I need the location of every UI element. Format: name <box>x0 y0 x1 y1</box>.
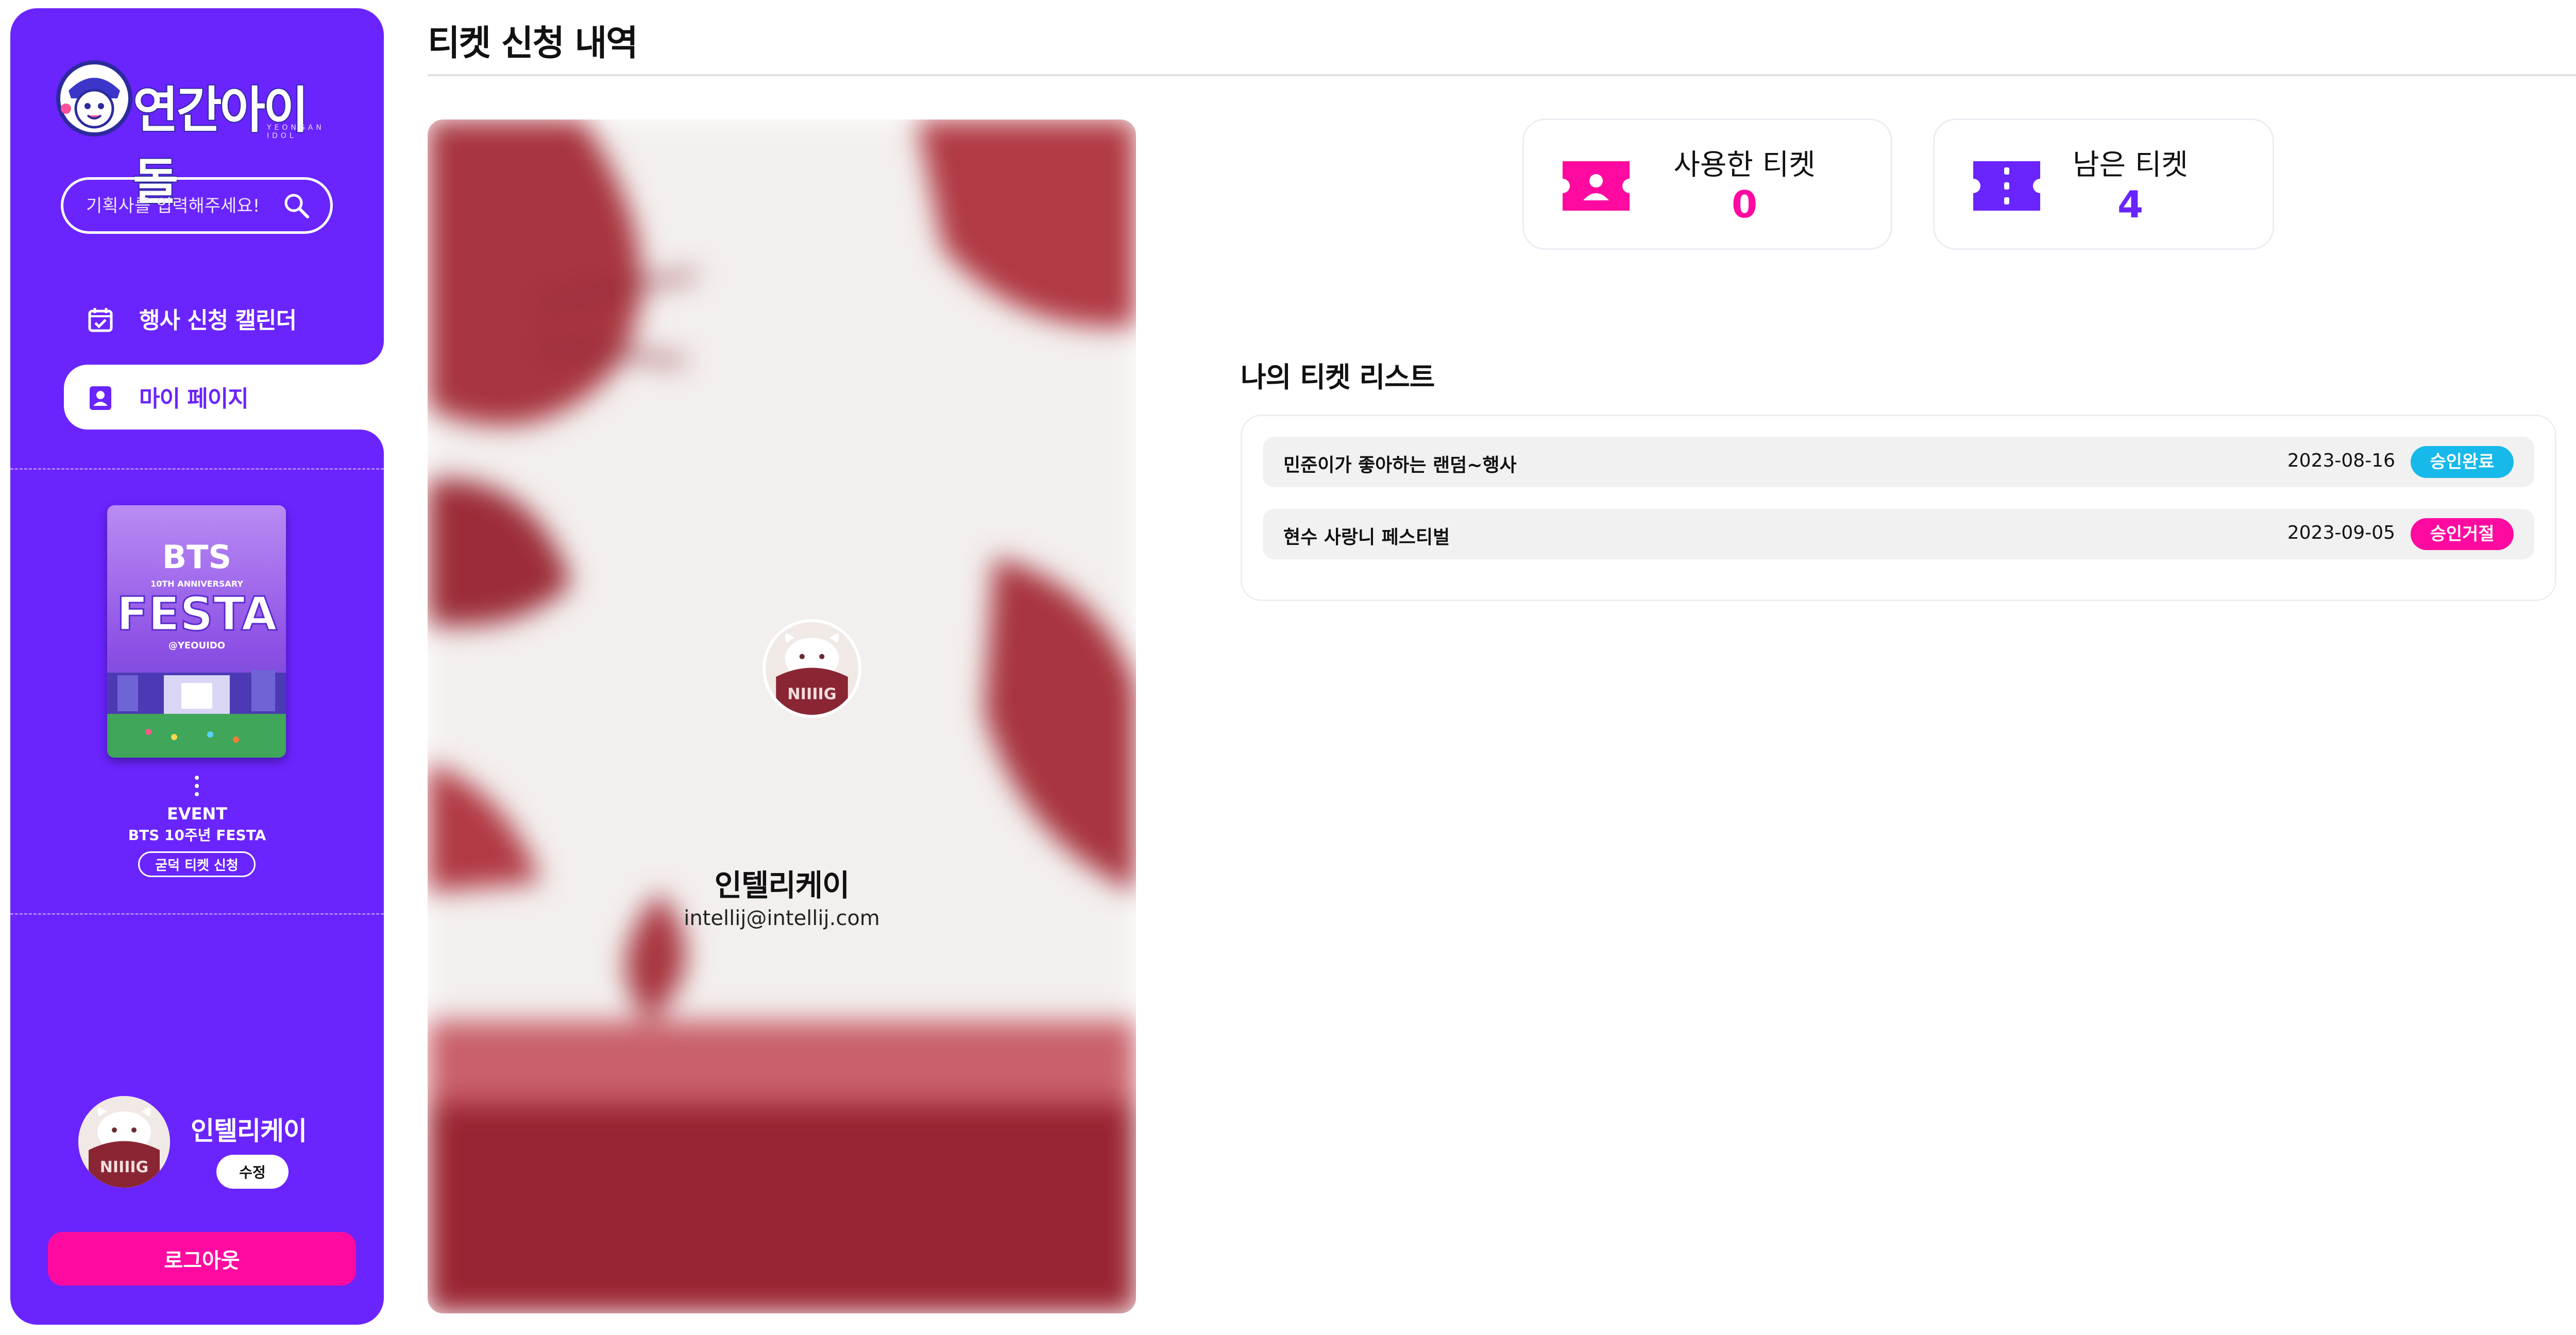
sidebar-item-label: 마이 페이지 <box>139 386 249 412</box>
ticket-event-name: 민준이가 좋아하는 랜덤~행사 <box>1283 455 1517 476</box>
used-tickets-stat: 사용한 티켓 0 <box>1522 118 1892 250</box>
logout-button[interactable]: 로그아웃 <box>48 1232 356 1286</box>
profile-card-email: intellij@intellij.com <box>684 906 880 930</box>
logo-subtitle: YEONGAN IDOL <box>267 124 325 140</box>
more-options-icon[interactable] <box>194 775 200 797</box>
sidebar: 연간아이돌 YEONGAN IDOL 행사 신청 캘린더 마이 페이지 <box>10 8 384 1325</box>
active-tab-curve <box>360 341 384 365</box>
active-tab-curve <box>360 430 384 453</box>
ticket-date: 2023-09-05 <box>2287 522 2395 543</box>
status-badge: 승인완료 <box>2411 446 2514 478</box>
edit-profile-button[interactable]: 수정 <box>216 1155 289 1189</box>
avatar: NIIIIG <box>762 619 861 718</box>
svg-text:@YEOUIDO: @YEOUIDO <box>168 640 225 651</box>
sidebar-divider <box>10 468 384 470</box>
ticket-date: 2023-08-16 <box>2287 450 2395 471</box>
search-icon[interactable] <box>282 191 311 220</box>
search-box <box>61 177 333 234</box>
ticket-user-icon <box>1563 161 1630 211</box>
avatar-image: NIIIIG <box>766 622 858 715</box>
apply-ticket-button[interactable]: 굳덕 티켓 신청 <box>138 851 256 877</box>
profile-name: 인텔리케이 <box>191 1116 307 1146</box>
sidebar-item-mypage[interactable]: 마이 페이지 <box>10 341 384 453</box>
page-title: 티켓 신청 내역 <box>428 23 638 64</box>
sidebar-divider <box>10 913 384 915</box>
event-poster[interactable]: BTS 10TH ANNIVERSARY FESTA @YEOUIDO <box>107 505 286 758</box>
used-tickets-label: 사용한 티켓 <box>1673 148 1816 182</box>
event-type: EVENT <box>166 804 228 824</box>
svg-text:NIIIIG: NIIIIG <box>100 1158 148 1176</box>
calendar-check-icon <box>88 308 113 332</box>
ticket-event-name: 현수 사랑니 페스티벌 <box>1283 527 1450 548</box>
status-badge: 승인거절 <box>2411 518 2514 550</box>
event-poster-image: BTS 10TH ANNIVERSARY FESTA @YEOUIDO <box>107 505 286 758</box>
app-logo[interactable]: 연간아이돌 YEONGAN IDOL <box>56 60 344 212</box>
ticket-icon <box>1973 161 2040 211</box>
used-tickets-value: 0 <box>1731 183 1758 226</box>
avatar[interactable]: NIIIIG <box>78 1096 170 1188</box>
svg-text:NIIIIG: NIIIIG <box>787 686 836 704</box>
ticket-list-title: 나의 티켓 리스트 <box>1241 361 1435 393</box>
profile-card-name: 인텔리케이 <box>714 868 850 903</box>
title-divider <box>428 74 2576 76</box>
search-input[interactable] <box>85 180 283 232</box>
avatar-image: NIIIIG <box>78 1096 170 1188</box>
list-item[interactable]: 현수 사랑니 페스티벌 2023-09-05 승인거절 <box>1263 509 2534 559</box>
profile-card: NIIIIG 인텔리케이 intellij@intellij.com <box>428 119 1136 1313</box>
sidebar-item-calendar[interactable]: 행사 신청 캘린더 <box>10 286 384 351</box>
sidebar-item-label: 행사 신청 캘린더 <box>139 307 297 334</box>
user-badge-icon <box>90 386 111 410</box>
list-item[interactable]: 민준이가 좋아하는 랜덤~행사 2023-08-16 승인완료 <box>1263 437 2534 487</box>
remaining-tickets-label: 남은 티켓 <box>2073 148 2188 182</box>
event-name: BTS 10주년 FESTA <box>128 827 266 844</box>
mascot-logo-icon <box>56 60 132 136</box>
svg-text:FESTA: FESTA <box>116 587 277 641</box>
profile-card-background <box>428 119 1136 1313</box>
ticket-list: 민준이가 좋아하는 랜덤~행사 2023-08-16 승인완료 현수 사랑니 페… <box>1241 415 2556 601</box>
svg-text:BTS: BTS <box>162 538 231 576</box>
remaining-tickets-stat: 남은 티켓 4 <box>1933 118 2274 250</box>
remaining-tickets-value: 4 <box>2117 183 2144 226</box>
